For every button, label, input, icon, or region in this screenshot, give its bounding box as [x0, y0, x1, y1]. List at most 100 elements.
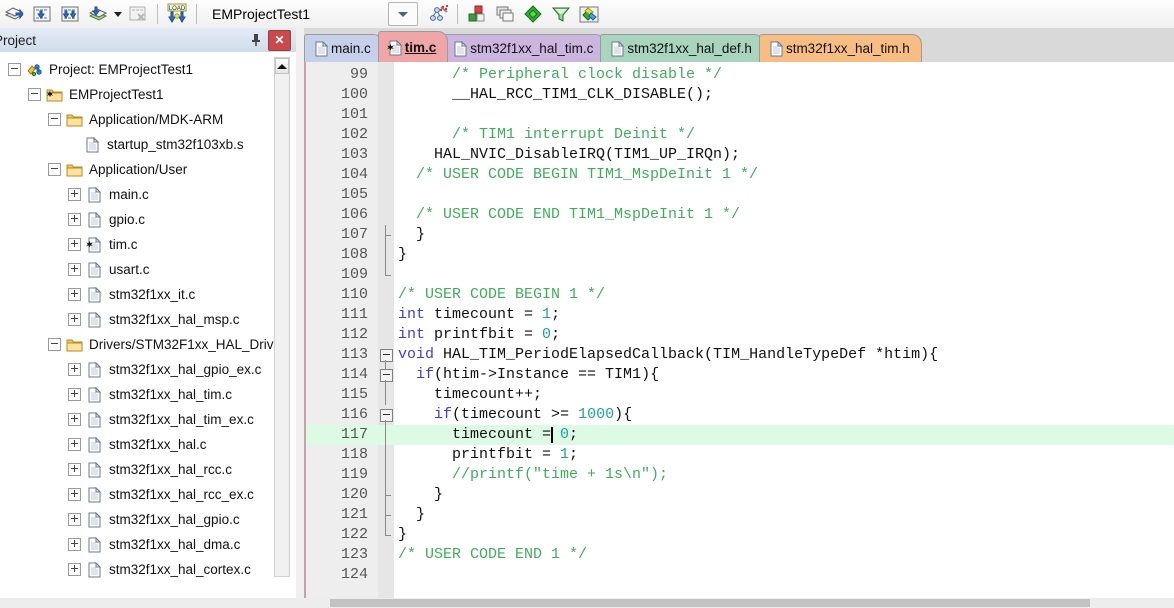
- tree-item-application-mdk-arm[interactable]: Application/MDK-ARM: [0, 107, 276, 132]
- tree-item-stm32f1xx-hal-gpio-c[interactable]: stm32f1xx_hal_gpio.c: [0, 507, 276, 532]
- project-tree-vertical-scrollbar[interactable]: [274, 57, 290, 577]
- pack-installer-icon[interactable]: [519, 1, 547, 27]
- code-line[interactable]: 122}: [306, 525, 1174, 545]
- code-line[interactable]: 110 /* USER CODE BEGIN 1 */: [306, 285, 1174, 305]
- batch-build-icon[interactable]: [84, 1, 112, 27]
- collapse-icon[interactable]: [28, 88, 41, 101]
- code-line[interactable]: 100 __HAL_RCC_TIM1_CLK_DISABLE();: [306, 85, 1174, 105]
- collapse-icon[interactable]: [48, 163, 61, 176]
- expand-icon[interactable]: [68, 213, 81, 226]
- editor-tabstrip[interactable]: main.c tim.c stm32f1xx_hal_tim.c stm32f1xx_…: [304, 28, 1174, 63]
- tree-item-startup-stm32f103xb-s[interactable]: startup_stm32f103xb.s: [0, 132, 276, 157]
- expand-icon[interactable]: [68, 413, 81, 426]
- code-line[interactable]: 121 }: [306, 505, 1174, 525]
- tree-item-stm32f1xx-hal-rcc-c[interactable]: stm32f1xx_hal_rcc.c: [0, 457, 276, 482]
- tree-item-stm32f1xx-hal-msp-c[interactable]: stm32f1xx_hal_msp.c: [0, 307, 276, 332]
- fold-collapse-icon[interactable]: [380, 349, 393, 362]
- tree-item-gpio-c[interactable]: gpio.c: [0, 207, 276, 232]
- vertical-splitter[interactable]: [296, 28, 304, 608]
- expand-icon[interactable]: [68, 438, 81, 451]
- tree-item-stm32f1xx-hal-cortex-c[interactable]: stm32f1xx_hal_cortex.c: [0, 557, 276, 582]
- editor-hscroll-thumb[interactable]: [330, 599, 1090, 607]
- tree-item-project-emprojecttest1[interactable]: Project: EMProjectTest1: [0, 57, 276, 82]
- tree-item-application-user[interactable]: Application/User: [0, 157, 276, 182]
- editor-tab-stm32f1xx-hal-tim-c[interactable]: stm32f1xx_hal_tim.c: [443, 34, 606, 62]
- code-line[interactable]: 101: [306, 105, 1174, 125]
- tree-item-stm32f1xx-hal-dma-c[interactable]: stm32f1xx_hal_dma.c: [0, 532, 276, 557]
- expand-icon[interactable]: [68, 563, 81, 576]
- expand-icon[interactable]: [68, 313, 81, 326]
- code-line[interactable]: 117 timecount = 0;: [306, 425, 1174, 445]
- expand-icon[interactable]: [68, 263, 81, 276]
- tree-item-usart-c[interactable]: usart.c: [0, 257, 276, 282]
- editor-tab-stm32f1xx-hal-def-h[interactable]: stm32f1xx_hal_def.h: [600, 34, 764, 62]
- close-icon[interactable]: ✕: [268, 29, 291, 51]
- tree-item-stm32f1xx-hal-gpio-ex-c[interactable]: stm32f1xx_hal_gpio_ex.c: [0, 357, 276, 382]
- build-icon[interactable]: [28, 1, 56, 27]
- stop-build-icon[interactable]: [124, 1, 152, 27]
- code-line[interactable]: 124: [306, 565, 1174, 585]
- translate-icon[interactable]: [0, 1, 28, 27]
- run-config-wizard-icon[interactable]: [547, 1, 575, 27]
- multi-project-icon[interactable]: [491, 1, 519, 27]
- download-icon[interactable]: LOAD: [163, 1, 191, 27]
- code-line[interactable]: 119 //printf("time + 1s\n");: [306, 465, 1174, 485]
- code-line[interactable]: 99 /* Peripheral clock disable */: [306, 65, 1174, 85]
- pin-icon[interactable]: [247, 31, 265, 49]
- code-line[interactable]: 123 /* USER CODE END 1 */: [306, 545, 1174, 565]
- expand-icon[interactable]: [68, 238, 81, 251]
- tree-item-stm32f1xx-hal-tim-c[interactable]: stm32f1xx_hal_tim.c: [0, 382, 276, 407]
- expand-icon[interactable]: [68, 463, 81, 476]
- editor-tab-tim-c[interactable]: tim.c: [377, 31, 449, 62]
- tree-item-stm32f1xx-hal-rcc-ex-c[interactable]: stm32f1xx_hal_rcc_ex.c: [0, 482, 276, 507]
- code-line[interactable]: 120 }: [306, 485, 1174, 505]
- manage-run-env-icon[interactable]: [575, 1, 603, 27]
- code-line[interactable]: 106 /* USER CODE END TIM1_MspDeInit 1 */: [306, 205, 1174, 225]
- collapse-icon[interactable]: [48, 338, 61, 351]
- tree-item-tim-c[interactable]: tim.c: [0, 232, 276, 257]
- tree-item-main-c[interactable]: main.c: [0, 182, 276, 207]
- code-line[interactable]: 104 /* USER CODE BEGIN TIM1_MspDeInit 1 …: [306, 165, 1174, 185]
- scroll-up-icon[interactable]: [275, 58, 289, 74]
- code-pane[interactable]: 99 /* Peripheral clock disable */100 __H…: [304, 62, 1174, 608]
- expand-icon[interactable]: [68, 363, 81, 376]
- batch-build-dropdown-icon[interactable]: [112, 1, 124, 27]
- target-select-combo[interactable]: [388, 2, 418, 26]
- collapse-icon[interactable]: [48, 113, 61, 126]
- expand-icon[interactable]: [68, 538, 81, 551]
- code-line[interactable]: 112 int printfbit = 0;: [306, 325, 1174, 345]
- code-line[interactable]: 115 timecount++;: [306, 385, 1174, 405]
- editor-horizontal-scrollbar[interactable]: [0, 598, 1174, 608]
- target-options-icon[interactable]: [424, 1, 452, 27]
- code-line[interactable]: 107 }: [306, 225, 1174, 245]
- tree-item-drivers-stm32f1xx-hal-driv[interactable]: Drivers/STM32F1xx_HAL_Driv: [0, 332, 276, 357]
- editor-tab-main-c[interactable]: main.c: [304, 34, 383, 62]
- code-line[interactable]: 113 void HAL_TIM_PeriodElapsedCallback(TI…: [306, 345, 1174, 365]
- fold-collapse-icon[interactable]: [380, 409, 393, 422]
- tree-item-stm32f1xx-it-c[interactable]: stm32f1xx_it.c: [0, 282, 276, 307]
- tree-item-emprojecttest1[interactable]: EMProjectTest1: [0, 82, 276, 107]
- code-line[interactable]: 108}: [306, 245, 1174, 265]
- expand-icon[interactable]: [68, 513, 81, 526]
- code-line[interactable]: 118 printfbit = 1;: [306, 445, 1174, 465]
- project-tree[interactable]: Project: EMProjectTest1 EMProjectTest1 App…: [0, 52, 276, 590]
- rebuild-icon[interactable]: [56, 1, 84, 27]
- code-line[interactable]: 116 if(timecount >= 1000){: [306, 405, 1174, 425]
- code-line[interactable]: 111 int timecount = 1;: [306, 305, 1174, 325]
- code-line[interactable]: 109: [306, 265, 1174, 285]
- collapse-icon[interactable]: [8, 63, 21, 76]
- code-text[interactable]: 99 /* Peripheral clock disable */100 __H…: [306, 62, 1174, 608]
- expand-icon[interactable]: [68, 188, 81, 201]
- code-line[interactable]: 103 HAL_NVIC_DisableIRQ(TIM1_UP_IRQn);: [306, 145, 1174, 165]
- expand-icon[interactable]: [68, 288, 81, 301]
- tree-item-stm32f1xx-hal-tim-ex-c[interactable]: stm32f1xx_hal_tim_ex.c: [0, 407, 276, 432]
- manage-project-items-icon[interactable]: [463, 1, 491, 27]
- expand-icon[interactable]: [68, 388, 81, 401]
- code-line[interactable]: 105: [306, 185, 1174, 205]
- expand-icon[interactable]: [68, 488, 81, 501]
- code-line[interactable]: 114 if(htim->Instance == TIM1){: [306, 365, 1174, 385]
- tree-item-stm32f1xx-hal-c[interactable]: stm32f1xx_hal.c: [0, 432, 276, 457]
- editor-tab-stm32f1xx-hal-tim-h[interactable]: stm32f1xx_hal_tim.h: [758, 34, 922, 62]
- fold-collapse-icon[interactable]: [380, 369, 393, 382]
- code-line[interactable]: 102 /* TIM1 interrupt Deinit */: [306, 125, 1174, 145]
